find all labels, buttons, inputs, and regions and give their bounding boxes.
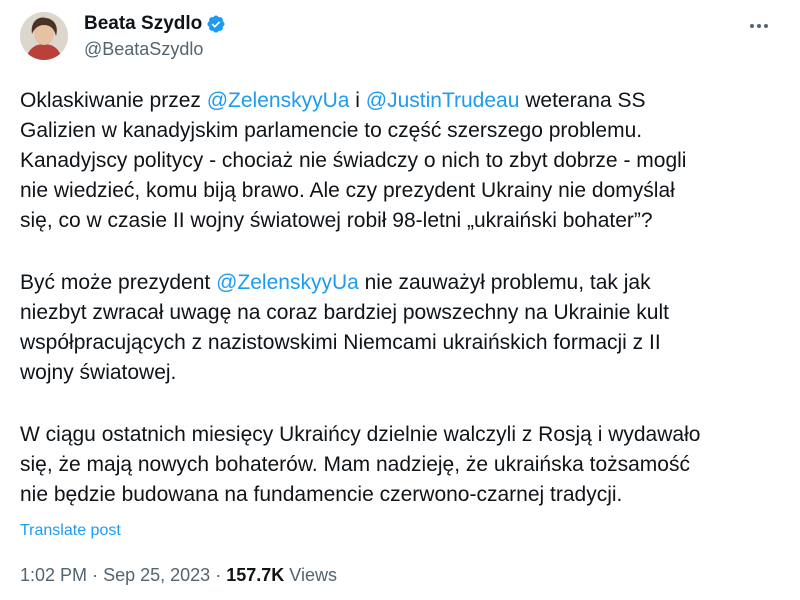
- tweet-line: nie wiedzieć, komu biją brawo. Ale czy p…: [20, 176, 780, 206]
- meta-separator: ·: [92, 565, 99, 585]
- tweet-line: Kanadyjscy politycy - chociaż nie świadc…: [20, 146, 780, 176]
- tweet-line: Galizien w kanadyjskim parlamencie to cz…: [20, 116, 780, 146]
- mention-link[interactable]: @JustinTrudeau: [366, 89, 520, 112]
- tweet-text-segment: i: [349, 89, 366, 112]
- tweet-header: Beata Szydlo @BeataSzydlo: [20, 10, 780, 66]
- avatar-image: [20, 12, 68, 60]
- avatar[interactable]: [20, 12, 68, 60]
- display-name[interactable]: Beata Szydlo: [84, 13, 202, 35]
- mention-link[interactable]: @ZelenskyyUa: [216, 271, 359, 294]
- tweet-line: nie będzie budowana na fundamencie czerw…: [20, 480, 780, 510]
- tweet-line: W ciągu ostatnich miesięcy Ukraińcy dzie…: [20, 420, 780, 450]
- tweet-text-segment: się, co w czasie II wojny światowej robi…: [20, 209, 653, 232]
- tweet-line: się, co w czasie II wojny światowej robi…: [20, 206, 780, 236]
- tweet-text: Oklaskiwanie przez @ZelenskyyUa i @Justi…: [20, 86, 780, 510]
- author-names: Beata Szydlo @BeataSzydlo: [84, 10, 226, 60]
- views-label: Views: [289, 565, 337, 585]
- tweet-line: współpracujących z nazistowskimi Niemcam…: [20, 328, 780, 358]
- display-name-row: Beata Szydlo: [84, 10, 226, 38]
- tweet-text-segment: Kanadyjscy politycy - chociaż nie świadc…: [20, 149, 687, 172]
- tweet-text-segment: Galizien w kanadyjskim parlamencie to cz…: [20, 119, 643, 142]
- meta-separator: ·: [215, 565, 222, 585]
- tweet-text-segment: niezbyt zwracał uwagę na coraz bardziej …: [20, 301, 669, 324]
- tweet-line: niezbyt zwracał uwagę na coraz bardziej …: [20, 298, 780, 328]
- tweet-text-segment: się, że mają nowych bohaterów. Mam nadzi…: [20, 453, 690, 476]
- tweet-line: wojny światowej.: [20, 358, 780, 388]
- author-handle[interactable]: @BeataSzydlo: [84, 39, 226, 60]
- tweet-text-segment: W ciągu ostatnich miesięcy Ukraińcy dzie…: [20, 423, 701, 446]
- tweet-paragraph: Być może prezydent @ZelenskyyUa nie zauw…: [20, 268, 780, 388]
- tweet-text-segment: Oklaskiwanie przez: [20, 89, 207, 112]
- tweet-text-segment: współpracujących z nazistowskimi Niemcam…: [20, 331, 661, 354]
- mention-link[interactable]: @ZelenskyyUa: [207, 89, 350, 112]
- views-count: 157.7K: [226, 565, 285, 585]
- tweet-line: Być może prezydent @ZelenskyyUa nie zauw…: [20, 268, 780, 298]
- tweet-time[interactable]: 1:02 PM: [20, 565, 87, 585]
- tweet-text-segment: wojny światowej.: [20, 361, 177, 384]
- tweet-text-segment: nie zauważył problemu, tak jak: [358, 271, 651, 294]
- tweet-text-segment: nie będzie budowana na fundamencie czerw…: [20, 483, 623, 506]
- more-options-icon[interactable]: [744, 16, 774, 36]
- tweet-date[interactable]: Sep 25, 2023: [103, 565, 210, 585]
- translate-post-link[interactable]: Translate post: [20, 522, 121, 540]
- tweet-text-segment: Być może prezydent: [20, 271, 217, 294]
- tweet-paragraph: Oklaskiwanie przez @ZelenskyyUa i @Justi…: [20, 86, 780, 236]
- tweet-meta: 1:02 PM · Sep 25, 2023 · 157.7K Views: [20, 565, 337, 586]
- tweet-paragraph: W ciągu ostatnich miesięcy Ukraińcy dzie…: [20, 420, 780, 510]
- tweet-text-segment: nie wiedzieć, komu biją brawo. Ale czy p…: [20, 179, 675, 202]
- verified-badge-icon[interactable]: [206, 14, 226, 34]
- tweet-line: Oklaskiwanie przez @ZelenskyyUa i @Justi…: [20, 86, 780, 116]
- tweet-text-segment: weterana SS: [519, 89, 646, 112]
- tweet-line: się, że mają nowych bohaterów. Mam nadzi…: [20, 450, 780, 480]
